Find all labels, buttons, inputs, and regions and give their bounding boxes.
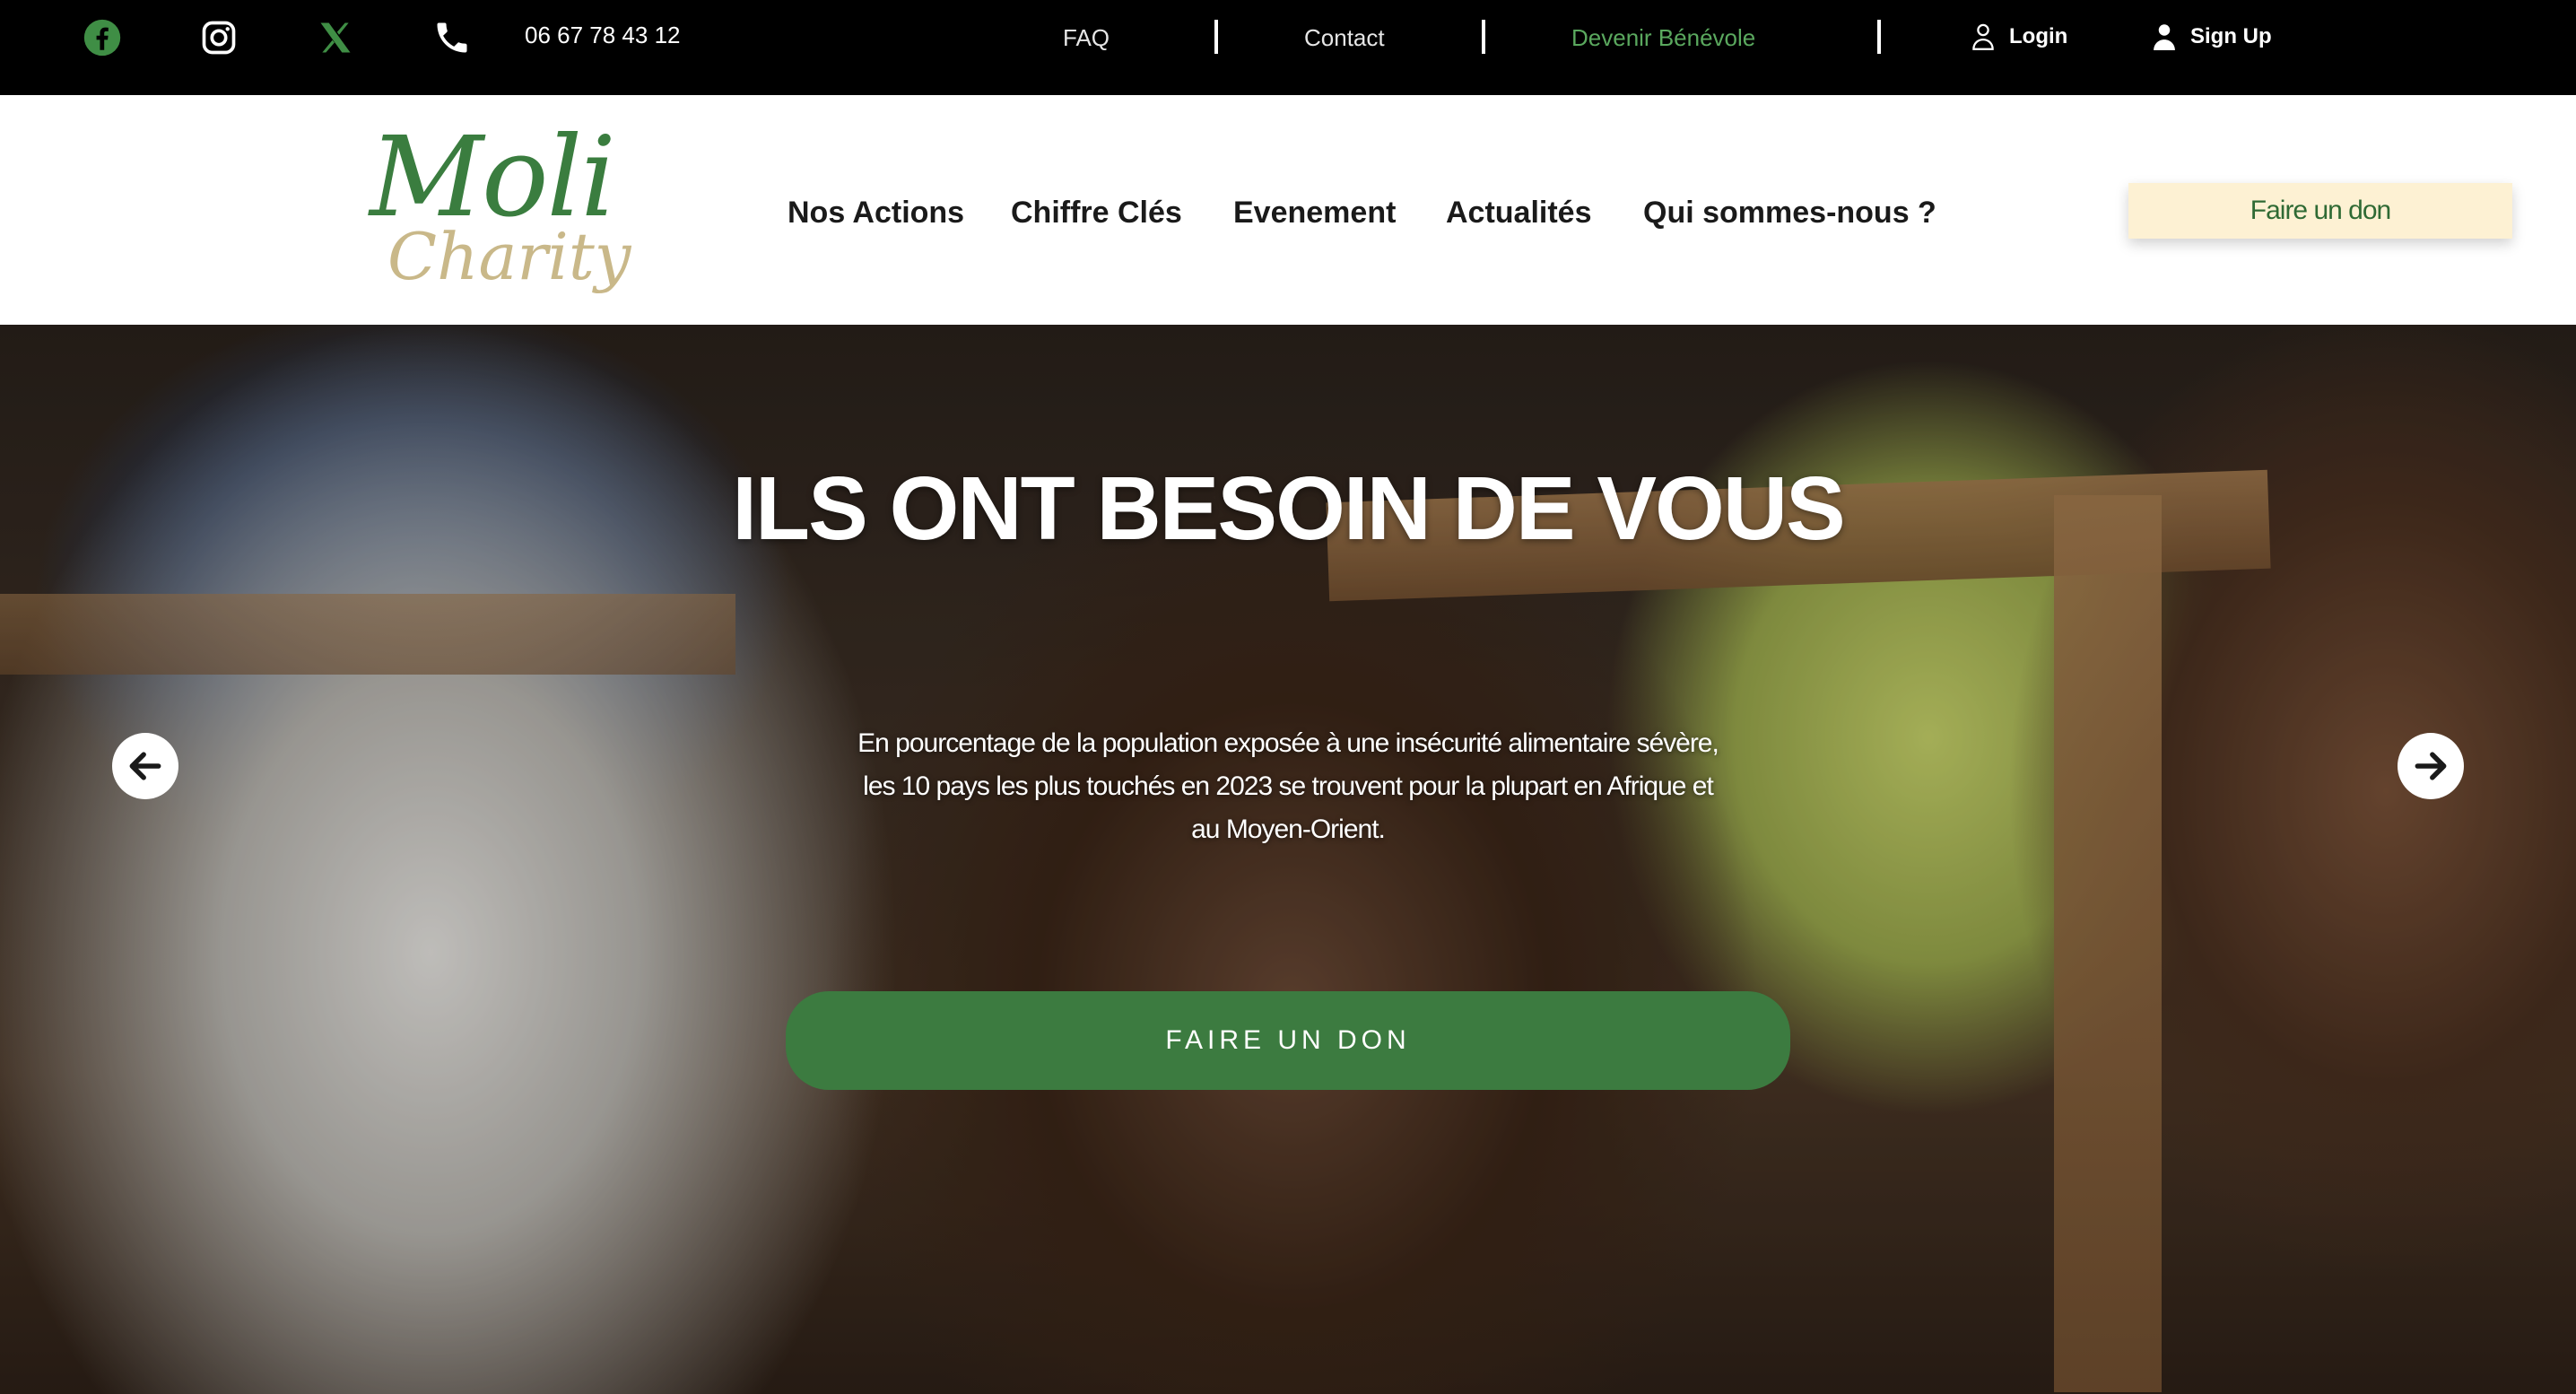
nav-actualites[interactable]: Actualités (1446, 196, 1592, 231)
faq-link[interactable]: FAQ (1063, 24, 1110, 52)
login-link[interactable]: Login (1970, 22, 2067, 52)
volunteer-link[interactable]: Devenir Bénévole (1571, 24, 1755, 52)
hero-title: ILS ONT BESOIN DE VOUS (732, 458, 1846, 559)
divider (1482, 20, 1485, 54)
phone-number: 06 67 78 43 12 (525, 22, 681, 48)
arrow-left-icon (129, 752, 161, 780)
nav-chiffre-cles[interactable]: Chiffre Clés (1011, 196, 1182, 231)
donate-button[interactable]: Faire un don (2128, 183, 2512, 239)
carousel-next-button[interactable] (2398, 733, 2464, 799)
nav-nos-actions[interactable]: Nos Actions (788, 196, 964, 231)
top-bar: 06 67 78 43 12 FAQ Contact Devenir Bénév… (0, 0, 2576, 95)
donate-cta-button[interactable]: FAIRE UN DON (786, 991, 1790, 1090)
facebook-icon[interactable] (81, 16, 124, 59)
signup-label: Sign Up (2190, 24, 2272, 48)
phone-icon (431, 16, 474, 59)
logo[interactable]: Moli Charity (370, 113, 631, 310)
divider (1214, 20, 1218, 54)
nav-qui-sommes-nous[interactable]: Qui sommes-nous ? (1643, 196, 1936, 231)
arrow-right-icon (2415, 752, 2447, 780)
x-icon[interactable] (314, 16, 357, 59)
logo-charity: Charity (387, 219, 631, 294)
user-outline-icon (1972, 23, 1994, 50)
login-label: Login (2009, 24, 2068, 48)
signup-link[interactable]: Sign Up (2151, 22, 2272, 52)
carousel-prev-button[interactable] (112, 733, 178, 799)
hero-carousel: ILS ONT BESOIN DE VOUS En pourcentage de… (0, 325, 2576, 1394)
hero-subtitle: En pourcentage de la population exposée … (857, 728, 1719, 844)
user-icon (2154, 24, 2175, 50)
divider (1877, 20, 1881, 54)
main-header: Moli Charity Nos Actions Chiffre Clés Ev… (0, 95, 2576, 325)
contact-link[interactable]: Contact (1304, 24, 1385, 52)
instagram-icon[interactable] (197, 16, 240, 59)
nav-evenement[interactable]: Evenement (1233, 196, 1396, 231)
